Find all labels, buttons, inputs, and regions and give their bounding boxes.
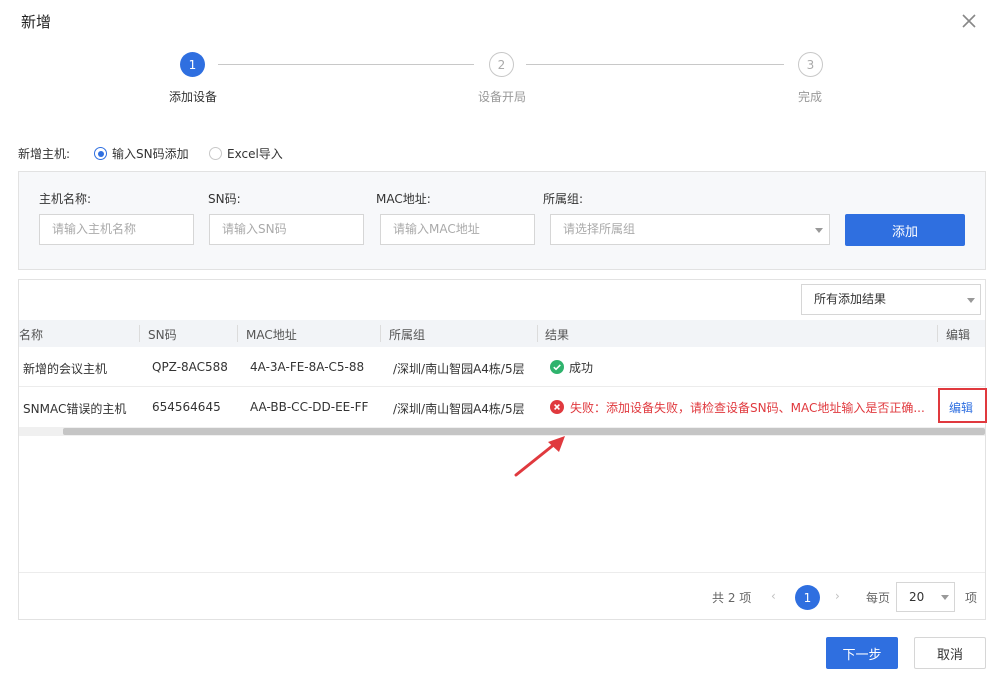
chevron-down-icon — [941, 595, 949, 600]
sn-input[interactable]: 请输入SN码 — [209, 214, 364, 245]
step-3-indicator: 3 — [798, 52, 823, 77]
col-separator — [537, 325, 538, 342]
col-separator — [937, 325, 938, 342]
col-name: 名称 — [19, 328, 44, 342]
prev-page-icon[interactable]: ‹ — [771, 589, 776, 603]
step-2-indicator: 2 — [489, 52, 514, 77]
row-2-group: /深圳/南山智园A4栋/5层 — [393, 402, 525, 416]
add-host-label: 新增主机: — [18, 147, 71, 161]
dialog-title: 新增 — [21, 13, 52, 31]
col-separator — [237, 325, 238, 342]
results-filter-value: 所有添加结果 — [814, 292, 887, 306]
row-1-mac: 4A-3A-FE-8A-C5-88 — [250, 360, 365, 374]
col-separator — [380, 325, 381, 342]
row-1-group: /深圳/南山智园A4栋/5层 — [393, 362, 525, 376]
col-separator — [139, 325, 140, 342]
mac-label: MAC地址: — [376, 192, 431, 206]
row-1-sn: QPZ-8AC588 — [152, 360, 228, 374]
page-number: 1 — [803, 590, 812, 605]
step-2-number: 2 — [497, 57, 506, 72]
row-2-result: 失败：添加设备失败，请检查设备SN码、MAC地址输入是否正确... — [570, 401, 925, 415]
step-3-number: 3 — [806, 57, 815, 72]
per-page-label: 每页 — [866, 591, 891, 605]
row-1-name: 新增的会议主机 — [23, 362, 108, 376]
results-filter-select[interactable]: 所有添加结果 — [801, 284, 981, 315]
radio-sn-add[interactable] — [94, 147, 107, 160]
step-connector-1 — [218, 64, 474, 65]
mac-input[interactable]: 请输入MAC地址 — [380, 214, 535, 245]
group-select-placeholder: 请选择所属组 — [563, 222, 636, 236]
per-page-value: 20 — [909, 590, 925, 604]
col-mac: MAC地址 — [246, 328, 297, 342]
row-2-mac: AA-BB-CC-DD-EE-FF — [250, 400, 369, 414]
radio-excel-import[interactable] — [209, 147, 222, 160]
per-page-unit: 项 — [965, 591, 978, 605]
next-step-button[interactable]: 下一步 — [826, 637, 898, 669]
step-1-number: 1 — [188, 57, 197, 72]
row-1-result: 成功 — [569, 361, 594, 375]
col-edit: 编辑 — [946, 328, 971, 342]
col-result: 结果 — [545, 328, 570, 342]
pagination-total: 共 2 项 — [712, 591, 752, 605]
col-group: 所属组 — [389, 328, 426, 342]
row-2-edit-link[interactable]: 编辑 — [949, 399, 973, 416]
step-3-label: 完成 — [798, 90, 823, 104]
host-name-label: 主机名称: — [39, 192, 92, 206]
step-connector-2 — [526, 64, 784, 65]
step-1-label: 添加设备 — [169, 90, 218, 104]
success-check-icon — [550, 360, 564, 374]
annotation-arrow-icon — [510, 434, 570, 480]
step-2-label: 设备开局 — [478, 90, 527, 104]
add-button[interactable]: 添加 — [845, 214, 965, 246]
host-name-input[interactable]: 请输入主机名称 — [39, 214, 194, 245]
row-2-sn: 654564645 — [152, 400, 221, 414]
row-2-name: SNMAC错误的主机 — [23, 402, 127, 416]
next-page-icon[interactable]: › — [835, 589, 840, 603]
close-icon[interactable] — [958, 10, 980, 32]
chevron-down-icon — [967, 298, 975, 303]
page-button-1[interactable]: 1 — [795, 585, 820, 610]
table-footer-divider — [19, 572, 985, 573]
per-page-select[interactable]: 20 — [896, 582, 955, 612]
radio-sn-add-label[interactable]: 输入SN码添加 — [112, 145, 189, 162]
cancel-button[interactable]: 取消 — [914, 637, 986, 669]
group-select[interactable]: 请选择所属组 — [550, 214, 830, 245]
col-sn: SN码 — [148, 328, 177, 342]
sn-label: SN码: — [208, 192, 241, 206]
radio-excel-import-label[interactable]: Excel导入 — [227, 145, 283, 162]
chevron-down-icon — [815, 228, 823, 233]
step-1-indicator: 1 — [180, 52, 205, 77]
error-x-icon — [550, 400, 564, 414]
group-label: 所属组: — [543, 192, 584, 206]
